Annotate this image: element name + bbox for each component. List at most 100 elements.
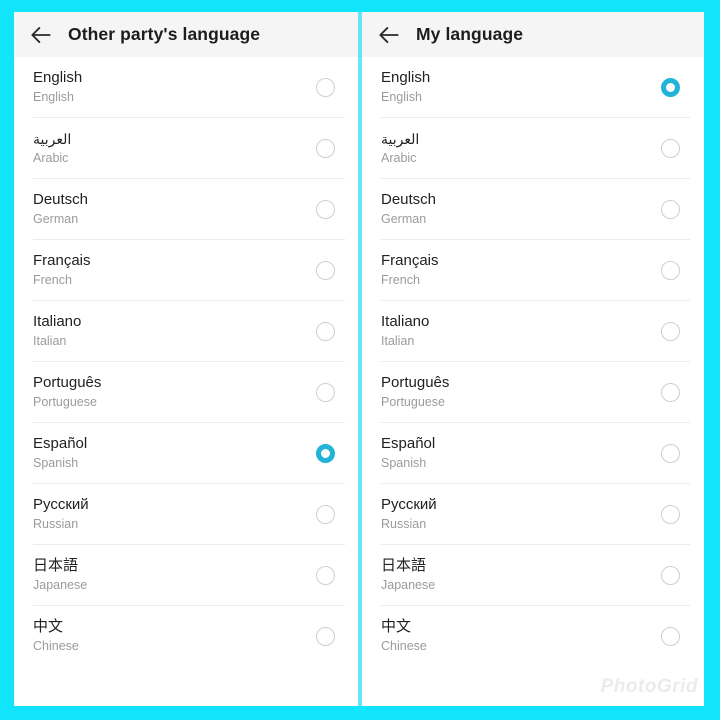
- language-row[interactable]: Français French: [14, 240, 359, 301]
- radio-button[interactable]: [316, 200, 335, 219]
- radio-button[interactable]: [661, 200, 680, 219]
- language-english-name: Spanish: [381, 456, 427, 470]
- page-title: My language: [416, 24, 524, 44]
- radio-button[interactable]: [661, 505, 680, 524]
- language-row-texts: Italiano Italian: [33, 313, 316, 350]
- language-native-name: 中文: [33, 618, 64, 635]
- language-english-name: German: [33, 212, 79, 226]
- language-english-name: Italian: [33, 334, 67, 348]
- language-native-name: Español: [33, 435, 88, 452]
- language-english-name: Japanese: [381, 578, 436, 592]
- radio-button[interactable]: [661, 383, 680, 402]
- language-english-name: Chinese: [33, 639, 79, 653]
- language-english-name: English: [33, 90, 74, 104]
- language-english-name: Russian: [33, 517, 79, 531]
- language-row-texts: Русский Russian: [381, 496, 661, 533]
- page-title: Other party's language: [68, 24, 261, 44]
- language-english-name: Arabic: [33, 151, 69, 165]
- language-english-name: French: [381, 273, 420, 287]
- language-row[interactable]: Español Spanish: [362, 423, 704, 484]
- language-row-texts: Deutsch German: [33, 191, 316, 228]
- radio-button[interactable]: [661, 627, 680, 646]
- radio-button[interactable]: [661, 566, 680, 585]
- language-row-texts: Русский Russian: [33, 496, 316, 533]
- language-row[interactable]: Deutsch German: [362, 179, 704, 240]
- language-row[interactable]: 中文 Chinese: [362, 606, 704, 667]
- language-row-texts: Português Portuguese: [33, 374, 316, 411]
- language-native-name: العربية: [381, 131, 420, 147]
- radio-button-selected[interactable]: [661, 78, 680, 97]
- radio-button[interactable]: [316, 566, 335, 585]
- panel-other-party-language: Other party's language English English الع…: [14, 12, 359, 706]
- language-row[interactable]: English English: [362, 57, 704, 118]
- language-row-texts: English English: [33, 69, 316, 106]
- language-english-name: Chinese: [381, 639, 427, 653]
- language-row[interactable]: Português Portuguese: [362, 362, 704, 423]
- radio-button[interactable]: [661, 322, 680, 341]
- language-native-name: Français: [33, 252, 91, 269]
- language-native-name: 日本語: [33, 557, 79, 574]
- language-english-name: Russian: [381, 517, 427, 531]
- language-row[interactable]: Русский Russian: [362, 484, 704, 545]
- language-english-name: Japanese: [33, 578, 88, 592]
- panel-my-language: My language English English العربية Arabic D…: [362, 12, 704, 706]
- radio-button[interactable]: [316, 322, 335, 341]
- radio-button[interactable]: [316, 627, 335, 646]
- appbar-other-party-language: Other party's language: [14, 12, 359, 57]
- language-native-name: Русский: [33, 496, 89, 513]
- language-row[interactable]: 日本語 Japanese: [14, 545, 359, 606]
- radio-button[interactable]: [661, 261, 680, 280]
- language-english-name: Portuguese: [33, 395, 97, 409]
- language-row-texts: Español Spanish: [33, 435, 316, 472]
- language-row-texts: 中文 Chinese: [381, 618, 661, 655]
- language-native-name: العربية: [33, 131, 72, 147]
- language-row-texts: 中文 Chinese: [33, 618, 316, 655]
- radio-button[interactable]: [316, 505, 335, 524]
- language-native-name: Français: [381, 252, 439, 269]
- language-list-my-language: English English العربية Arabic Deutsch German…: [362, 57, 704, 706]
- language-row-texts: العربية Arabic: [33, 130, 316, 167]
- radio-button[interactable]: [316, 78, 335, 97]
- language-row[interactable]: Español Spanish: [14, 423, 359, 484]
- language-row[interactable]: 日本語 Japanese: [362, 545, 704, 606]
- language-row[interactable]: Deutsch German: [14, 179, 359, 240]
- language-row-texts: English English: [381, 69, 661, 106]
- language-english-name: Italian: [381, 334, 415, 348]
- language-native-name: 中文: [381, 618, 412, 635]
- language-english-name: Arabic: [381, 151, 417, 165]
- radio-button[interactable]: [661, 444, 680, 463]
- language-row[interactable]: Italiano Italian: [362, 301, 704, 362]
- language-native-name: Italiano: [33, 313, 82, 330]
- language-native-name: English: [381, 69, 431, 86]
- language-row-texts: Español Spanish: [381, 435, 661, 472]
- language-row[interactable]: English English: [14, 57, 359, 118]
- language-native-name: Deutsch: [33, 191, 89, 208]
- radio-button[interactable]: [316, 139, 335, 158]
- language-row-texts: 日本語 Japanese: [33, 557, 316, 594]
- language-row[interactable]: العربية Arabic: [362, 118, 704, 179]
- language-row[interactable]: العربية Arabic: [14, 118, 359, 179]
- language-english-name: Portuguese: [381, 395, 445, 409]
- language-row[interactable]: 中文 Chinese: [14, 606, 359, 667]
- language-row-texts: Português Portuguese: [381, 374, 661, 411]
- language-native-name: Português: [33, 374, 102, 391]
- radio-button[interactable]: [316, 261, 335, 280]
- radio-button[interactable]: [661, 139, 680, 158]
- appbar-my-language: My language: [362, 12, 704, 57]
- language-row[interactable]: Italiano Italian: [14, 301, 359, 362]
- language-list-other-party: English English العربية Arabic Deutsch German…: [14, 57, 359, 706]
- radio-button[interactable]: [316, 383, 335, 402]
- language-row[interactable]: Português Portuguese: [14, 362, 359, 423]
- radio-button-selected[interactable]: [316, 444, 335, 463]
- language-english-name: English: [381, 90, 422, 104]
- language-native-name: Español: [381, 435, 436, 452]
- back-arrow-icon[interactable]: [28, 22, 54, 48]
- language-english-name: German: [381, 212, 427, 226]
- language-native-name: Deutsch: [381, 191, 437, 208]
- language-english-name: Spanish: [33, 456, 79, 470]
- language-row[interactable]: Русский Russian: [14, 484, 359, 545]
- language-row-texts: العربية Arabic: [381, 130, 661, 167]
- language-row[interactable]: Français French: [362, 240, 704, 301]
- language-native-name: Português: [381, 374, 450, 391]
- back-arrow-icon[interactable]: [376, 22, 402, 48]
